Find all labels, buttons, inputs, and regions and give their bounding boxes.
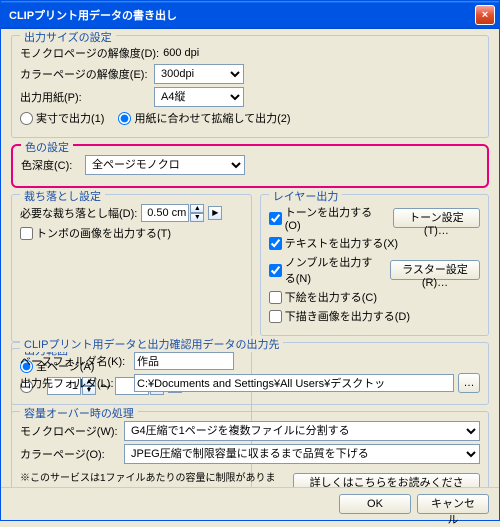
dest-folder-input[interactable] bbox=[134, 374, 454, 392]
check-base[interactable]: 下絵を出力する(C) bbox=[269, 289, 377, 305]
color-depth-label: 色深度(C): bbox=[21, 157, 81, 173]
dest-folder-label: 出力先フォルダ(L): bbox=[20, 375, 130, 391]
color-res-select[interactable]: 300dpi bbox=[154, 64, 244, 84]
group-title: CLIPプリント用データと出力確認用データの出力先 bbox=[20, 336, 283, 352]
tone-settings-button[interactable]: トーン設定(T)… bbox=[393, 208, 480, 228]
color-res-label: カラーページの解像度(E): bbox=[20, 66, 150, 82]
dialog-window: CLIPプリント用データの書き出し × 出力サイズの設定 モノクロページの解像度… bbox=[0, 0, 500, 521]
titlebar: CLIPプリント用データの書き出し × bbox=[1, 1, 499, 29]
close-icon: × bbox=[482, 9, 488, 21]
check-tone[interactable]: トーンを出力する(O) bbox=[269, 204, 379, 232]
raster-settings-button[interactable]: ラスター設定(R)… bbox=[390, 260, 480, 280]
check-text[interactable]: テキストを出力する(X) bbox=[269, 235, 398, 251]
group-overflow: 容量オーバー時の処理 モノクロページ(W): G4圧縮で1ページを複数ファイルに… bbox=[11, 411, 489, 487]
over-mono-select[interactable]: G4圧縮で1ページを複数ファイルに分割する bbox=[124, 421, 480, 441]
radio-actual-size[interactable]: 実寸で出力(1) bbox=[20, 110, 104, 126]
dialog-body: 出力サイズの設定 モノクロページの解像度(D): 600 dpi カラーページの… bbox=[1, 29, 499, 487]
trim-width-spinner[interactable]: ▲▼ bbox=[141, 204, 204, 222]
mono-res-value: 600 dpi bbox=[163, 47, 199, 59]
spin-down-icon[interactable]: ▼ bbox=[190, 213, 204, 222]
over-color-select[interactable]: JPEG圧縮で制限容量に収まるまで品質を下げる bbox=[124, 444, 480, 464]
group-title: 容量オーバー時の処理 bbox=[20, 405, 138, 421]
check-draft[interactable]: 下描き画像を出力する(D) bbox=[269, 308, 410, 324]
paper-select[interactable]: A4縦 bbox=[154, 87, 244, 107]
group-title: レイヤー出力 bbox=[269, 188, 343, 204]
group-title: 裁ち落とし設定 bbox=[20, 188, 105, 204]
browse-button[interactable]: … bbox=[458, 373, 480, 393]
cancel-button[interactable]: キャンセル bbox=[417, 494, 489, 514]
close-button[interactable]: × bbox=[475, 5, 495, 25]
check-nombre[interactable]: ノンブルを出力する(N) bbox=[269, 254, 376, 286]
group-title: 色の設定 bbox=[21, 139, 73, 155]
mono-res-label: モノクロページの解像度(D): bbox=[20, 45, 159, 61]
trim-width-input[interactable] bbox=[141, 204, 189, 222]
group-output-dest: CLIPプリント用データと出力確認用データの出力先 ベースフォルダ名(K): 出… bbox=[11, 342, 489, 405]
group-color-settings: 色の設定 色深度(C): 全ページモノクロ bbox=[11, 144, 489, 188]
dialog-footer: OK キャンセル bbox=[1, 487, 499, 520]
over-mono-label: モノクロページ(W): bbox=[20, 423, 120, 439]
trim-width-label: 必要な裁ち落とし幅(D): bbox=[20, 205, 137, 221]
window-title: CLIPプリント用データの書き出し bbox=[9, 7, 475, 23]
base-folder-input[interactable] bbox=[134, 352, 234, 370]
ok-button[interactable]: OK bbox=[339, 494, 411, 514]
paper-label: 出力用紙(P): bbox=[20, 89, 150, 105]
group-title: 出力サイズの設定 bbox=[20, 29, 116, 45]
check-tombo[interactable]: トンボの画像を出力する(T) bbox=[20, 225, 171, 241]
overflow-detail-button[interactable]: 詳しくはこちらをお読みください… bbox=[293, 473, 480, 487]
radio-fit-paper[interactable]: 用紙に合わせて拡縮して出力(2) bbox=[118, 110, 290, 126]
group-trim: 裁ち落とし設定 必要な裁ち落とし幅(D): ▲▼ ▶ トンボの画像を出力する(T… bbox=[11, 194, 252, 342]
base-folder-label: ベースフォルダ名(K): bbox=[20, 353, 130, 369]
group-output-size: 出力サイズの設定 モノクロページの解像度(D): 600 dpi カラーページの… bbox=[11, 35, 489, 138]
color-depth-select[interactable]: 全ページモノクロ bbox=[85, 155, 245, 175]
group-layer: レイヤー出力 トーンを出力する(O) トーン設定(T)… テキストを出力する(X… bbox=[260, 194, 489, 336]
over-color-label: カラーページ(O): bbox=[20, 446, 120, 462]
overflow-note: ※このサービスは1ファイルあたりの容量に制限があります。 bbox=[20, 469, 289, 487]
trim-expand-button[interactable]: ▶ bbox=[208, 206, 222, 220]
spin-up-icon[interactable]: ▲ bbox=[190, 204, 204, 213]
